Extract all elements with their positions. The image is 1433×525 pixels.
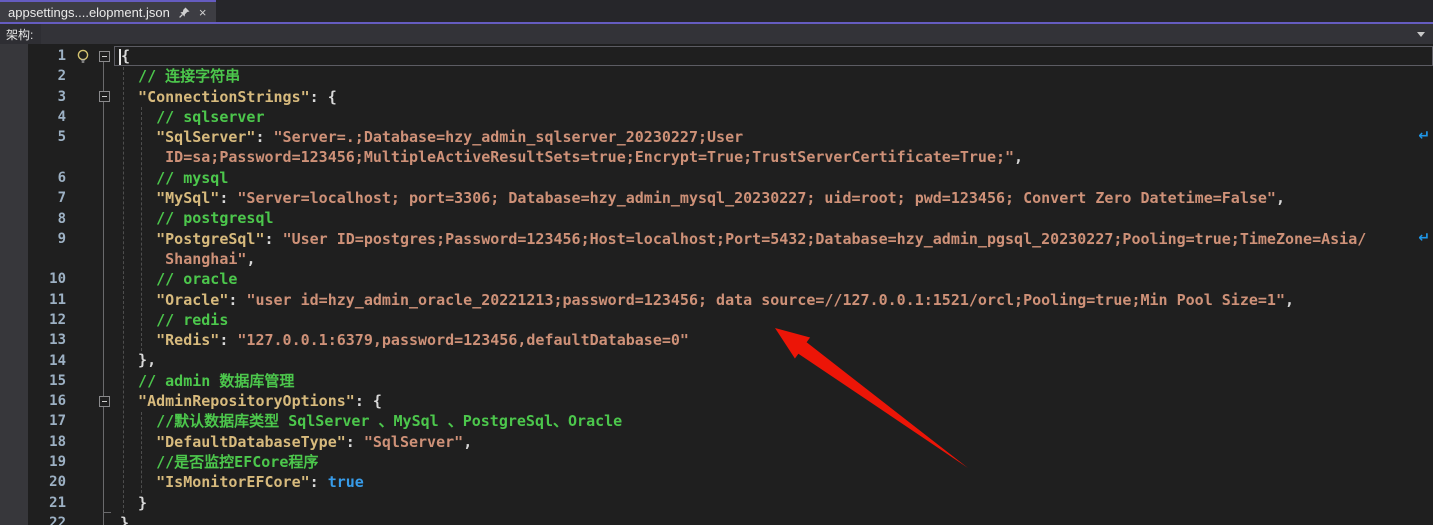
code-text: "AdminRepositoryOptions": { (114, 391, 382, 411)
fold-collapse-marker[interactable] (99, 51, 110, 62)
line-number: 12 (28, 312, 72, 328)
line-number: 14 (28, 353, 72, 369)
code-line[interactable]: Shanghai", (0, 249, 1433, 269)
code-text: // mysql (114, 168, 228, 188)
line-number: 7 (28, 190, 72, 206)
line-number: 16 (28, 393, 72, 409)
chevron-down-icon (1417, 32, 1425, 37)
code-line[interactable]: 13 "Redis": "127.0.0.1:6379,password=123… (0, 330, 1433, 350)
code-text: // admin 数据库管理 (114, 371, 294, 391)
code-line[interactable]: ID=sa;Password=123456;MultipleActiveResu… (0, 147, 1433, 167)
lightbulb-icon[interactable] (72, 48, 94, 65)
code-text: //是否监控EFCore程序 (114, 452, 318, 472)
code-line[interactable]: 3 "ConnectionStrings": { (0, 87, 1433, 107)
schema-toolbar: 架构: (0, 24, 1433, 44)
code-line[interactable]: 9 "PostgreSql": "User ID=postgres;Passwo… (0, 229, 1433, 249)
line-number: 4 (28, 109, 72, 125)
line-number: 5 (28, 129, 72, 145)
code-line[interactable]: 19 //是否监控EFCore程序 (0, 452, 1433, 472)
line-number: 10 (28, 271, 72, 287)
word-wrap-icon: ↵ (1418, 128, 1430, 144)
code-text: } (114, 513, 129, 525)
code-line[interactable]: 17 //默认数据库类型 SqlServer 、MySql 、PostgreSq… (0, 411, 1433, 431)
tab-appsettings[interactable]: appsettings....elopment.json × (0, 0, 216, 22)
code-line[interactable]: 5 "SqlServer": "Server=.;Database=hzy_ad… (0, 127, 1433, 147)
text-caret (119, 49, 121, 65)
code-line[interactable]: 20 "IsMonitorEFCore": true (0, 472, 1433, 492)
tab-bar: appsettings....elopment.json × (0, 0, 1433, 24)
fold-collapse-marker[interactable] (99, 396, 110, 407)
code-line[interactable]: 10 // oracle (0, 269, 1433, 289)
code-line[interactable]: 6 // mysql (0, 168, 1433, 188)
line-number: 8 (28, 211, 72, 227)
line-number: 22 (28, 515, 72, 525)
code-text: "Oracle": "user id=hzy_admin_oracle_2022… (114, 290, 1294, 310)
fold-column (94, 51, 114, 62)
code-text: }, (114, 350, 156, 370)
code-text: Shanghai", (114, 249, 255, 269)
code-text: "IsMonitorEFCore": true (114, 472, 364, 492)
code-text: "ConnectionStrings": { (114, 87, 337, 107)
code-text: "SqlServer": "Server=.;Database=hzy_admi… (114, 127, 743, 147)
code-line[interactable]: 11 "Oracle": "user id=hzy_admin_oracle_2… (0, 290, 1433, 310)
fold-column (94, 91, 114, 102)
line-number: 2 (28, 68, 72, 84)
code-line[interactable]: 4 // sqlserver (0, 107, 1433, 127)
code-text: // 连接字符串 (114, 66, 240, 86)
line-number: 13 (28, 332, 72, 348)
code-text: // oracle (114, 269, 237, 289)
code-text: } (114, 493, 147, 513)
fold-collapse-marker[interactable] (99, 91, 110, 102)
schema-combobox[interactable] (41, 24, 1433, 44)
code-line[interactable]: 1{ (0, 46, 1433, 66)
code-text: // sqlserver (114, 107, 265, 127)
code-line[interactable]: 12 // redis (0, 310, 1433, 330)
code-text: ID=sa;Password=123456;MultipleActiveResu… (114, 147, 1023, 167)
line-number: 3 (28, 89, 72, 105)
code-text: // postgresql (114, 208, 274, 228)
code-editor[interactable]: 1{2 // 连接字符串3 "ConnectionStrings": {4 //… (0, 44, 1433, 525)
fold-column (94, 396, 114, 407)
code-line[interactable]: 16 "AdminRepositoryOptions": { (0, 391, 1433, 411)
line-number: 1 (28, 48, 72, 64)
code-text: // redis (114, 310, 228, 330)
code-line[interactable]: 18 "DefaultDatabaseType": "SqlServer", (0, 432, 1433, 452)
code-text: "DefaultDatabaseType": "SqlServer", (114, 432, 472, 452)
code-line[interactable]: 22} (0, 513, 1433, 525)
line-number: 18 (28, 434, 72, 450)
line-number: 21 (28, 495, 72, 511)
close-icon[interactable]: × (199, 6, 207, 19)
word-wrap-icon: ↵ (1418, 230, 1430, 246)
code-text: "PostgreSql": "User ID=postgres;Password… (114, 229, 1366, 249)
code-area[interactable]: 1{2 // 连接字符串3 "ConnectionStrings": {4 //… (0, 44, 1433, 525)
line-number: 17 (28, 413, 72, 429)
code-line[interactable]: 7 "MySql": "Server=localhost; port=3306;… (0, 188, 1433, 208)
code-text: //默认数据库类型 SqlServer 、MySql 、PostgreSql、O… (114, 411, 622, 431)
line-number: 11 (28, 292, 72, 308)
line-number: 15 (28, 373, 72, 389)
code-line[interactable]: 8 // postgresql (0, 208, 1433, 228)
line-number: 9 (28, 231, 72, 247)
line-number: 20 (28, 474, 72, 490)
tab-title: appsettings....elopment.json (8, 5, 170, 20)
code-text: { (115, 46, 130, 66)
pin-icon[interactable] (178, 6, 191, 19)
code-line[interactable]: 21 } (0, 493, 1433, 513)
code-text: "MySql": "Server=localhost; port=3306; D… (114, 188, 1285, 208)
line-number: 19 (28, 454, 72, 470)
code-text: "Redis": "127.0.0.1:6379,password=123456… (114, 330, 689, 350)
code-line[interactable]: 15 // admin 数据库管理 (0, 371, 1433, 391)
schema-label: 架构: (0, 26, 41, 43)
code-line[interactable]: 14 }, (0, 350, 1433, 370)
code-line[interactable]: 2 // 连接字符串 (0, 66, 1433, 86)
line-number: 6 (28, 170, 72, 186)
